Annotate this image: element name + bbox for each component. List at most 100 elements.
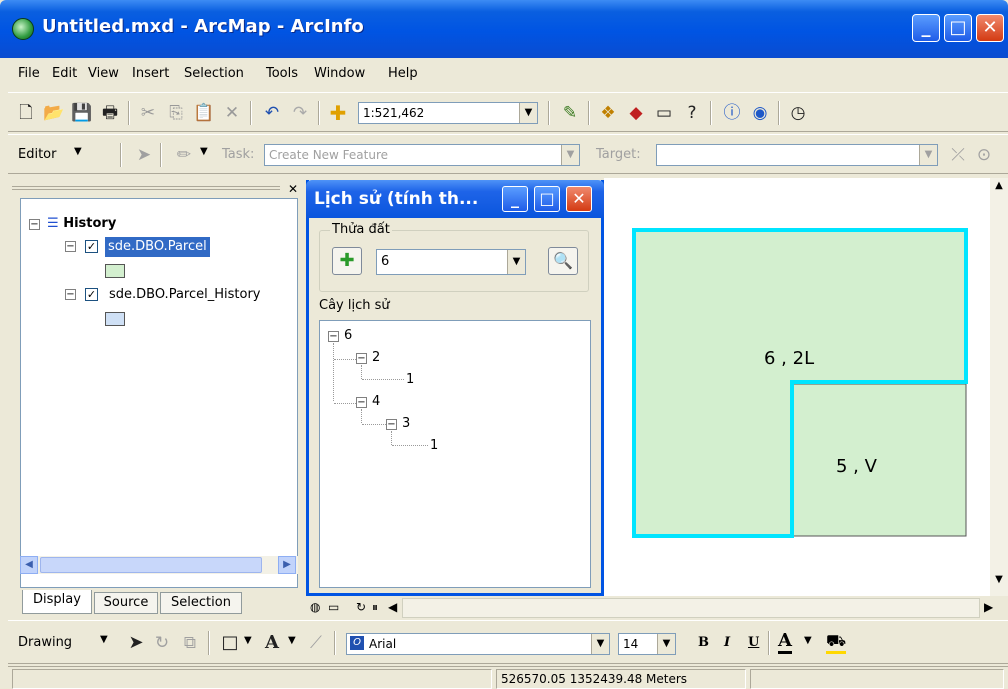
bold-button[interactable]: B: [698, 635, 709, 650]
font-color-dropdown-icon[interactable]: ▼: [804, 635, 812, 646]
layer-checkbox[interactable]: ✓: [85, 240, 98, 253]
map-view[interactable]: 6 , 2L 5 , V: [604, 178, 990, 596]
tab-source[interactable]: Source: [94, 592, 158, 614]
scroll-right-icon[interactable]: ▶: [278, 556, 296, 574]
zoom-whole-page-icon[interactable]: ⧉: [178, 631, 202, 655]
paste-icon[interactable]: 📋: [192, 101, 216, 125]
collapse-icon[interactable]: −: [65, 289, 76, 300]
tree-node[interactable]: 2: [372, 349, 380, 367]
parcel-combo[interactable]: 6 ▼: [376, 249, 526, 275]
delete-icon[interactable]: ✕: [220, 101, 244, 125]
maximize-button[interactable]: □: [944, 14, 972, 42]
minimize-button[interactable]: _: [912, 14, 940, 42]
info-icon[interactable]: ⓘ: [720, 101, 744, 125]
print-icon[interactable]: 🖶: [98, 101, 122, 125]
menu-window[interactable]: Window: [314, 66, 365, 81]
rotate-tool-icon[interactable]: ⊙: [972, 143, 996, 167]
editor-menu[interactable]: Editor: [18, 147, 56, 162]
add-data-icon[interactable]: ✚: [326, 101, 350, 125]
text-dropdown-icon[interactable]: ▼: [288, 635, 296, 646]
menu-selection[interactable]: Selection: [184, 66, 244, 81]
font-size-combo[interactable]: 14 ▼: [618, 633, 676, 655]
layer-parcel[interactable]: sde.DBO.Parcel: [105, 237, 210, 257]
cut-icon[interactable]: ✂: [136, 101, 160, 125]
chevron-down-icon[interactable]: ▼: [657, 634, 675, 654]
scroll-right-icon[interactable]: ▶: [984, 600, 993, 614]
copy-icon[interactable]: ⎘: [164, 101, 188, 125]
tab-selection[interactable]: Selection: [160, 592, 242, 614]
scroll-left-icon[interactable]: ◀: [20, 556, 38, 574]
layer-parcel-history[interactable]: sde.DBO.Parcel_History: [109, 285, 260, 305]
collapse-icon[interactable]: −: [386, 419, 397, 430]
scroll-up-icon[interactable]: ▲: [991, 180, 1007, 198]
menu-insert[interactable]: Insert: [132, 66, 169, 81]
collapse-icon[interactable]: −: [65, 241, 76, 252]
chevron-down-icon[interactable]: ▼: [561, 145, 579, 165]
pause-icon[interactable]: ⏸: [372, 600, 378, 615]
parcel-history-symbol-swatch[interactable]: [105, 312, 125, 326]
tree-node[interactable]: 1: [430, 437, 438, 455]
sketch-dropdown-icon[interactable]: ▼: [200, 146, 208, 157]
tree-node[interactable]: 6: [344, 327, 352, 345]
command-line-icon[interactable]: ▭: [652, 101, 676, 125]
dialog-close-button[interactable]: ✕: [566, 186, 592, 212]
save-icon[interactable]: 💾: [70, 101, 94, 125]
map-scale-combo[interactable]: 1:521,462 ▼: [358, 102, 538, 124]
font-combo[interactable]: O Arial ▼: [346, 633, 610, 655]
dialog-minimize-button[interactable]: _: [502, 186, 528, 212]
select-elements-icon[interactable]: ➤: [124, 631, 148, 655]
tree-node[interactable]: 3: [402, 415, 410, 433]
new-document-icon[interactable]: 🗋: [14, 101, 38, 125]
rectangle-dropdown-icon[interactable]: ▼: [244, 635, 252, 646]
editor-toolbar-icon[interactable]: ✎: [558, 101, 582, 125]
menu-view[interactable]: View: [88, 66, 119, 81]
clock-icon[interactable]: ◷: [786, 101, 810, 125]
parcel-symbol-swatch[interactable]: [105, 264, 125, 278]
split-tool-icon[interactable]: ⤫: [946, 143, 970, 167]
drawing-dropdown-icon[interactable]: ▼: [100, 634, 108, 645]
menu-tools[interactable]: Tools: [266, 66, 298, 81]
toc-grip[interactable]: [12, 186, 280, 190]
redo-icon[interactable]: ↷: [288, 101, 312, 125]
arctoolbox-icon[interactable]: ❖: [596, 101, 620, 125]
arccatalog-icon[interactable]: ◆: [624, 101, 648, 125]
menu-edit[interactable]: Edit: [52, 66, 77, 81]
italic-button[interactable]: I: [724, 635, 730, 650]
text-tool-icon[interactable]: A: [260, 631, 284, 655]
target-combo[interactable]: ▼: [656, 144, 938, 166]
chevron-down-icon[interactable]: ▼: [919, 145, 937, 165]
chevron-down-icon[interactable]: ▼: [507, 250, 525, 274]
undo-icon[interactable]: ↶: [260, 101, 284, 125]
font-color-button[interactable]: A: [778, 631, 792, 654]
menu-file[interactable]: File: [18, 66, 40, 81]
drawing-menu[interactable]: Drawing: [18, 635, 72, 650]
tree-node[interactable]: 1: [406, 371, 414, 389]
globe-tool-icon[interactable]: ◉: [748, 101, 772, 125]
task-combo[interactable]: Create New Feature ▼: [264, 144, 580, 166]
chevron-down-icon[interactable]: ▼: [591, 634, 609, 654]
toc-close-icon[interactable]: ✕: [288, 182, 298, 196]
rectangle-tool-icon[interactable]: □: [218, 631, 242, 655]
chevron-down-icon[interactable]: ▼: [519, 103, 537, 123]
sketch-tool-icon[interactable]: ✏: [172, 143, 196, 167]
collapse-icon[interactable]: −: [328, 331, 339, 342]
refresh-icon[interactable]: ↻: [356, 600, 366, 614]
collapse-icon[interactable]: −: [29, 219, 40, 230]
scroll-down-icon[interactable]: ▼: [991, 574, 1007, 592]
tree-node[interactable]: 4: [372, 393, 380, 411]
search-parcel-button[interactable]: 🔍: [548, 247, 578, 275]
map-horizontal-scrollbar[interactable]: [402, 598, 980, 618]
scroll-left-icon[interactable]: ◀: [388, 600, 397, 614]
scroll-thumb[interactable]: [40, 557, 262, 573]
close-button[interactable]: ✕: [976, 14, 1004, 42]
collapse-icon[interactable]: −: [356, 397, 367, 408]
data-frame-row[interactable]: ☰ History: [47, 214, 116, 234]
layout-view-icon[interactable]: ▭: [328, 600, 339, 614]
layer-checkbox[interactable]: ✓: [85, 288, 98, 301]
underline-button[interactable]: U: [748, 635, 759, 650]
toc-horizontal-scrollbar[interactable]: ◀ ▶: [20, 556, 298, 574]
menu-help[interactable]: Help: [388, 66, 418, 81]
tab-display[interactable]: Display: [22, 590, 92, 614]
editor-dropdown-icon[interactable]: ▼: [74, 146, 82, 157]
add-parcel-button[interactable]: ✚: [332, 247, 362, 275]
